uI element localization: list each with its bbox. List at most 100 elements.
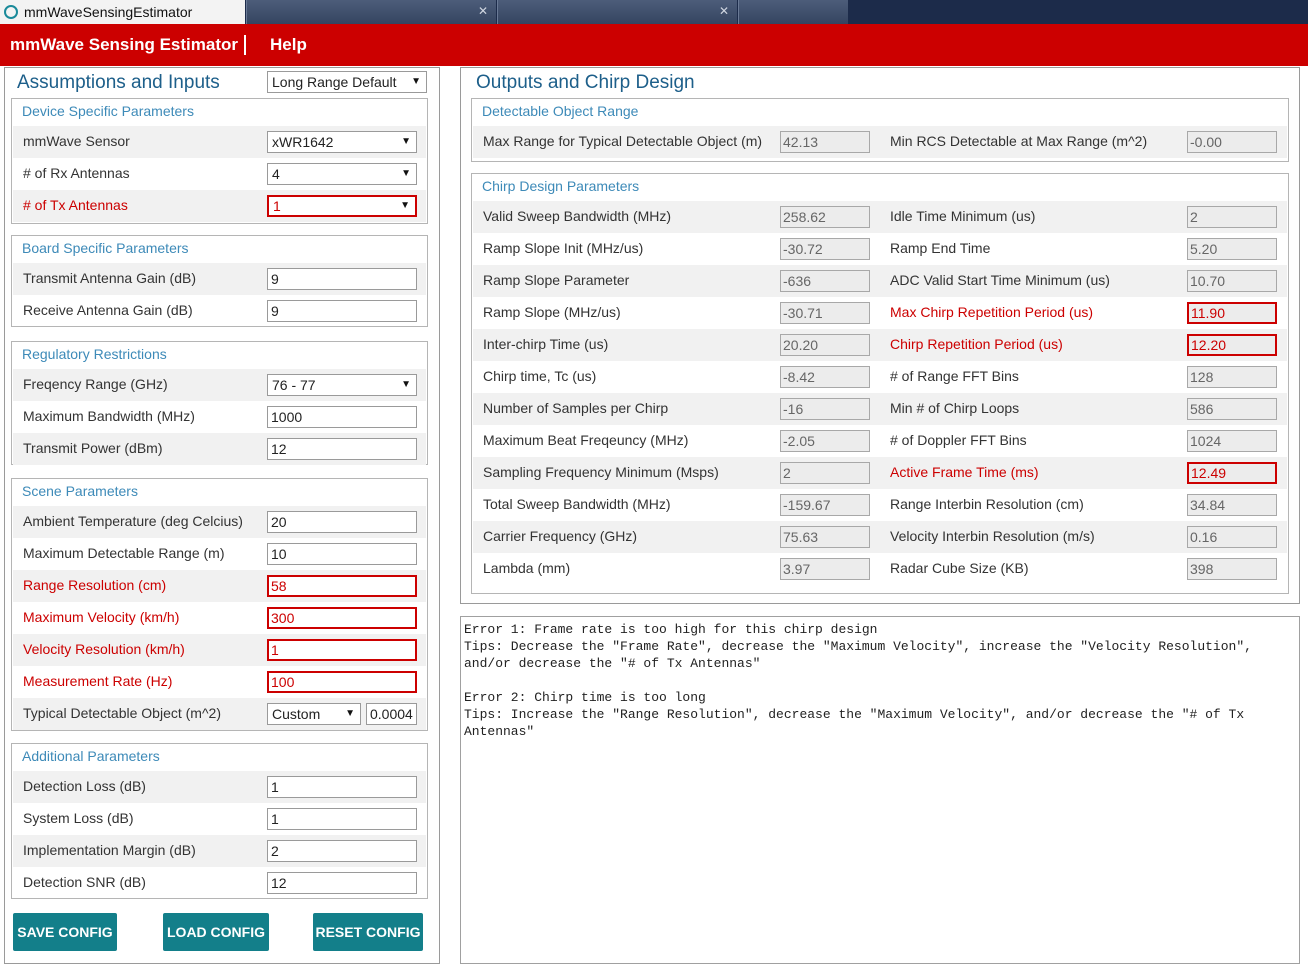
sysloss-label: System Loss (dB) [23,810,134,826]
maxvel-row: Maximum Velocity (km/h) 300 [13,602,426,634]
velres-input[interactable]: 1 [267,639,417,661]
device-group: Device Specific Parameters mmWave Sensor… [11,98,428,224]
sensor-select[interactable]: xWR1642 ▼ [267,131,417,153]
tx-select-value: 1 [273,198,281,214]
chirp-row: Lambda (mm) 3.97 Radar Cube Size (KB) 398 [473,553,1287,585]
chirp-param-output: 12.49 [1187,462,1277,484]
chirp-param-output: -636 [780,270,870,292]
chirp-param-output: 34.84 [1187,494,1277,516]
object-select[interactable]: Custom ▼ [267,703,361,725]
chirp-row: Chirp time, Tc (us) -8.42 # of Range FFT B… [473,361,1287,393]
error-messages[interactable]: Error 1: Frame rate is too high for this… [460,616,1300,964]
rx-select-value: 4 [272,166,280,182]
detloss-row: Detection Loss (dB) 1 [13,771,426,803]
bw-label: Maximum Bandwidth (MHz) [23,408,195,424]
app-window-tab[interactable]: mmWaveSensingEstimator [0,0,245,24]
close-icon[interactable]: ✕ [719,4,729,18]
chirp-param-output: 2 [780,462,870,484]
object-value-input[interactable]: 0.0004 [366,703,417,725]
range-output-row: Max Range for Typical Detectable Object … [473,126,1287,158]
tx-gain-label: Transmit Antenna Gain (dB) [23,270,197,286]
chirp-param-label: Chirp time, Tc (us) [483,368,597,384]
preset-select-value: Long Range Default [272,74,397,90]
chirp-param-label: Total Sweep Bandwidth (MHz) [483,496,671,512]
freq-select[interactable]: 76 - 77 ▼ [267,374,417,396]
chirp-param-label: # of Range FFT Bins [890,368,1019,384]
chirp-param-label: Inter-chirp Time (us) [483,336,609,352]
object-select-value: Custom [272,706,321,722]
maxvel-label: Maximum Velocity (km/h) [23,609,180,625]
power-input[interactable]: 12 [267,438,417,460]
chirp-param-label: Max Chirp Repetition Period (us) [890,304,1094,320]
chirp-param-label: Radar Cube Size (KB) [890,560,1029,576]
chirp-param-label: Ramp Slope Parameter [483,272,630,288]
bw-input[interactable]: 1000 [267,406,417,428]
temp-label: Ambient Temperature (deg Celcius) [23,513,243,529]
help-menu[interactable]: Help [270,35,307,55]
chirp-group-title: Chirp Design Parameters [482,178,640,194]
background-tab[interactable] [738,0,848,24]
save-config-button[interactable]: SAVE CONFIG [13,913,117,951]
object-row: Typical Detectable Object (m^2) Custom ▼… [13,698,426,730]
chirp-param-label: ADC Valid Start Time Minimum (us) [890,272,1110,288]
detloss-label: Detection Loss (dB) [23,778,146,794]
tx-gain-input[interactable]: 9 [267,268,417,290]
bw-row: Maximum Bandwidth (MHz) 1000 [13,401,426,433]
margin-input[interactable]: 2 [267,840,417,862]
load-config-button[interactable]: LOAD CONFIG [163,913,269,951]
chirp-row: Ramp Slope (MHz/us) -30.71 Max Chirp Repet… [473,297,1287,329]
chirp-param-label: Sampling Frequency Minimum (Msps) [483,464,719,480]
chirp-param-label: Maximum Beat Freqeuncy (MHz) [483,432,689,448]
board-group: Board Specific Parameters Transmit Anten… [11,235,428,327]
chirp-param-output: -30.72 [780,238,870,260]
chirp-param-label: Lambda (mm) [483,560,571,576]
power-row: Transmit Power (dBm) 12 [13,433,426,465]
sysloss-input[interactable]: 1 [267,808,417,830]
velres-row: Velocity Resolution (km/h) 1 [13,634,426,666]
min-rcs-output: -0.00 [1187,131,1277,153]
regulatory-group-title: Regulatory Restrictions [22,346,167,362]
power-label: Transmit Power (dBm) [23,440,163,456]
tx-select[interactable]: 1 ▼ [267,195,417,217]
chirp-row: Valid Sweep Bandwidth (MHz) 258.62 Idle Ti… [473,201,1287,233]
freq-select-value: 76 - 77 [272,377,316,393]
window-title: mmWaveSensingEstimator [24,4,193,20]
chirp-param-output: 398 [1187,558,1277,580]
device-group-title: Device Specific Parameters [22,103,194,119]
rx-gain-input[interactable]: 9 [267,300,417,322]
chevron-down-icon: ▼ [345,708,355,719]
chirp-param-output: 10.70 [1187,270,1277,292]
chirp-param-output: 75.63 [780,526,870,548]
chirp-param-output: -8.42 [780,366,870,388]
preset-select[interactable]: Long Range Default ▼ [267,71,427,93]
rate-input[interactable]: 100 [267,671,417,693]
reset-config-button[interactable]: RESET CONFIG [313,913,423,951]
close-icon[interactable]: ✕ [478,4,488,18]
rangeres-input[interactable]: 58 [267,575,417,597]
rx-label: # of Rx Antennas [23,165,130,181]
rangeres-label: Range Resolution (cm) [23,577,167,593]
outputs-panel-title: Outputs and Chirp Design [476,72,695,93]
sensor-select-value: xWR1642 [272,134,334,150]
temp-input[interactable]: 20 [267,511,417,533]
background-tab[interactable]: ✕ [246,0,496,24]
temp-row: Ambient Temperature (deg Celcius) 20 [13,506,426,538]
chirp-param-label: Ramp End Time [890,240,991,256]
chevron-down-icon: ▼ [411,76,421,87]
brand-title: mmWave Sensing Estimator [0,35,246,55]
detloss-input[interactable]: 1 [267,776,417,798]
chirp-param-output: -30.71 [780,302,870,324]
chirp-group: Chirp Design Parameters Valid Sweep Band… [471,173,1289,594]
background-tab[interactable]: ✕ [497,0,737,24]
snr-row: Detection SNR (dB) 12 [13,867,426,899]
chirp-param-output: 258.62 [780,206,870,228]
sensor-label: mmWave Sensor [23,133,130,149]
snr-input[interactable]: 12 [267,872,417,894]
rate-row: Measurement Rate (Hz) 100 [13,666,426,698]
maxrange-input[interactable]: 10 [267,543,417,565]
chirp-param-label: Ramp Slope (MHz/us) [483,304,621,320]
maxvel-input[interactable]: 300 [267,607,417,629]
chirp-param-output: -16 [780,398,870,420]
rx-select[interactable]: 4 ▼ [267,163,417,185]
board-group-title: Board Specific Parameters [22,240,189,256]
